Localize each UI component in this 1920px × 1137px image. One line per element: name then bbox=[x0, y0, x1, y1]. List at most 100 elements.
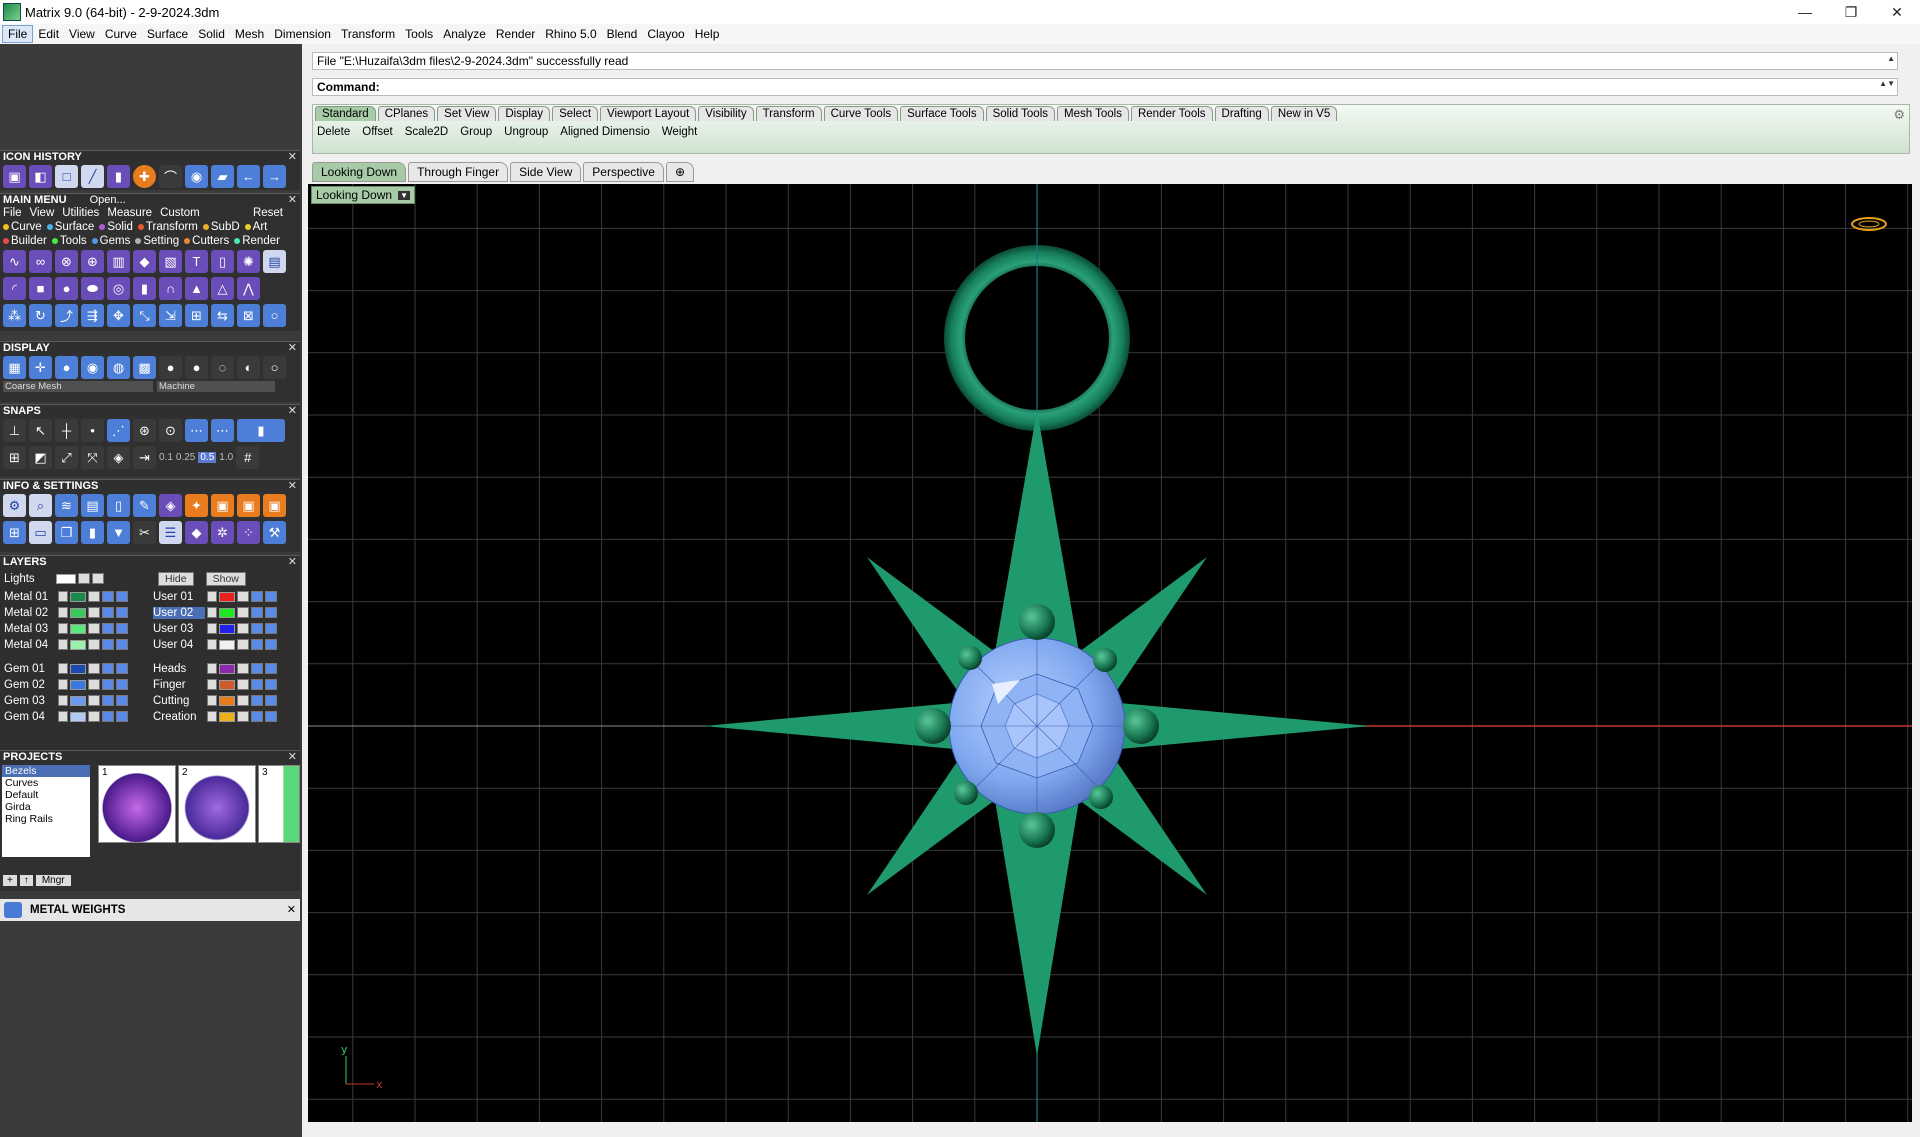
scale-tool-icon[interactable]: ⤡ bbox=[133, 304, 156, 327]
main-menu-cutters[interactable]: Cutters bbox=[184, 235, 229, 247]
lock-icon[interactable] bbox=[237, 711, 249, 722]
toolbar-tab[interactable]: Mesh Tools bbox=[1057, 106, 1129, 121]
toolbar-tab[interactable]: Render Tools bbox=[1130, 106, 1213, 121]
main-menu-curve[interactable]: Curve bbox=[3, 221, 42, 233]
snap-value-0-1[interactable]: 0.1 bbox=[159, 452, 173, 463]
circle-tool-icon[interactable]: ○ bbox=[263, 304, 286, 327]
snap-value-1-0[interactable]: 1.0 bbox=[219, 452, 233, 463]
layer-current-toggle[interactable] bbox=[116, 663, 128, 674]
tools-icon[interactable]: ✦ bbox=[185, 494, 208, 517]
layer-expand-icon[interactable] bbox=[207, 623, 217, 634]
layer-row[interactable]: Gem 02 bbox=[4, 677, 128, 692]
lock-icon[interactable] bbox=[237, 639, 249, 650]
layer-row[interactable]: User 02 bbox=[153, 605, 277, 620]
intersection-snap-icon[interactable]: ⊛ bbox=[133, 419, 156, 442]
gray-sphere-icon[interactable]: ● bbox=[159, 356, 182, 379]
toolbar-command-button[interactable]: Scale2D bbox=[405, 126, 448, 138]
layer-name[interactable]: User 03 bbox=[153, 623, 205, 635]
disk-tool-icon[interactable]: ⬬ bbox=[81, 277, 104, 300]
layer-expand-icon[interactable] bbox=[207, 679, 217, 690]
wireframe-icon[interactable]: ▦ bbox=[3, 356, 26, 379]
visibility-toggle[interactable] bbox=[102, 663, 114, 674]
back-arrow-icon[interactable]: ← bbox=[237, 165, 260, 188]
prong-setting-icon[interactable]: ✲ bbox=[211, 521, 234, 544]
smarttrack-icon[interactable]: ⤧ bbox=[81, 446, 104, 469]
snap-value-0-5[interactable]: 0.5 bbox=[198, 452, 217, 463]
layer-color-swatch[interactable] bbox=[70, 695, 86, 706]
up-project-button[interactable]: ↑ bbox=[19, 875, 33, 886]
edit-icon[interactable]: ✎ bbox=[133, 494, 156, 517]
layer-current-toggle[interactable] bbox=[265, 591, 277, 602]
window-icon[interactable]: ▭ bbox=[29, 521, 52, 544]
layer-expand-icon[interactable] bbox=[58, 607, 68, 618]
viewport-tab[interactable]: Perspective bbox=[583, 162, 664, 182]
scatter-tool-icon[interactable]: ⁂ bbox=[3, 304, 26, 327]
layer-row[interactable]: Metal 04 bbox=[4, 637, 128, 652]
layer-current-toggle[interactable] bbox=[116, 711, 128, 722]
pointer-icon[interactable]: ✛ bbox=[29, 356, 52, 379]
layer-name[interactable]: Creation bbox=[153, 711, 205, 723]
viewport-looking-down[interactable]: y x Looking Down ▼ bbox=[308, 184, 1912, 1122]
project-list-item[interactable]: Curves bbox=[2, 777, 90, 789]
perp-snap-icon[interactable]: ⋯ bbox=[185, 419, 208, 442]
add-viewport-tab[interactable]: ⊕ bbox=[665, 162, 695, 182]
layer-name[interactable]: Gem 01 bbox=[4, 663, 56, 675]
menu-edit[interactable]: Edit bbox=[33, 26, 64, 42]
lights-swatch[interactable] bbox=[56, 573, 76, 584]
project-thumbnail-3[interactable]: 3 bbox=[258, 765, 300, 843]
viewport-title[interactable]: Looking Down ▼ bbox=[311, 186, 415, 204]
menu-help[interactable]: Help bbox=[690, 26, 725, 42]
layer-row[interactable]: User 03 bbox=[153, 621, 277, 636]
toolbar-tab[interactable]: CPlanes bbox=[377, 106, 436, 121]
command-input[interactable]: Command: ▲▼ bbox=[312, 78, 1898, 96]
column-icon[interactable]: ▮ bbox=[81, 521, 104, 544]
main-menu-builder[interactable]: Builder bbox=[3, 235, 47, 247]
menu-curve[interactable]: Curve bbox=[100, 26, 142, 42]
toolbar-command-button[interactable]: Offset bbox=[362, 126, 392, 138]
toolbar-tab[interactable]: Viewport Layout bbox=[600, 106, 697, 121]
tube-tool-icon[interactable]: ▮ bbox=[133, 277, 156, 300]
layer-name[interactable]: Gem 04 bbox=[4, 711, 56, 723]
cube3d-icon[interactable]: ❒ bbox=[55, 521, 78, 544]
layer-expand-icon[interactable] bbox=[58, 591, 68, 602]
ortho-toggle-icon[interactable]: ▮ bbox=[237, 419, 285, 442]
toolbar-command-button[interactable]: Delete bbox=[317, 126, 350, 138]
layer-current-toggle[interactable] bbox=[116, 591, 128, 602]
sweep-tool-icon[interactable]: ◜ bbox=[3, 277, 26, 300]
main-menu-custom[interactable]: Custom bbox=[160, 207, 200, 219]
scroll-updown-icon[interactable]: ▲▼ bbox=[1879, 79, 1895, 88]
layer-color-swatch[interactable] bbox=[219, 711, 235, 722]
main-menu-render[interactable]: Render bbox=[234, 235, 280, 247]
lock-icon[interactable] bbox=[237, 695, 249, 706]
lock-icon[interactable] bbox=[88, 607, 100, 618]
chrome-sphere-icon[interactable]: ◐ bbox=[237, 356, 260, 379]
menu-view[interactable]: View bbox=[64, 26, 100, 42]
lock-icon[interactable] bbox=[88, 711, 100, 722]
layer-color-swatch[interactable] bbox=[219, 623, 235, 634]
layer-current-toggle[interactable] bbox=[116, 679, 128, 690]
stack-icon[interactable]: ▤ bbox=[81, 494, 104, 517]
layer-row[interactable]: Metal 02 bbox=[4, 605, 128, 620]
menu-mesh[interactable]: Mesh bbox=[230, 26, 269, 42]
layer-row[interactable]: Creation bbox=[153, 709, 277, 724]
layer-expand-icon[interactable] bbox=[207, 607, 217, 618]
visibility-toggle[interactable] bbox=[102, 711, 114, 722]
toolbar-tab[interactable]: Standard bbox=[315, 106, 376, 121]
layer-expand-icon[interactable] bbox=[207, 639, 217, 650]
visibility-toggle[interactable] bbox=[251, 679, 263, 690]
menu-transform[interactable]: Transform bbox=[336, 26, 400, 42]
toolbar-tab[interactable]: New in V5 bbox=[1270, 106, 1338, 121]
layer-current-toggle[interactable] bbox=[265, 679, 277, 690]
layer-expand-icon[interactable] bbox=[58, 711, 68, 722]
menu-render[interactable]: Render bbox=[491, 26, 540, 42]
toolbar-tab[interactable]: Select bbox=[552, 106, 599, 121]
layer-row[interactable]: Metal 01 bbox=[4, 589, 128, 604]
layer-row[interactable]: User 01 bbox=[153, 589, 277, 604]
layer-color-swatch[interactable] bbox=[70, 639, 86, 650]
arc-icon[interactable]: ⌒ bbox=[159, 165, 182, 188]
document-icon[interactable]: ▯ bbox=[107, 494, 130, 517]
menu-tools[interactable]: Tools bbox=[400, 26, 438, 42]
layer-name[interactable]: User 02 bbox=[153, 606, 205, 619]
frame3-icon[interactable]: ▣ bbox=[263, 494, 286, 517]
main-menu-solid[interactable]: Solid bbox=[99, 221, 133, 233]
